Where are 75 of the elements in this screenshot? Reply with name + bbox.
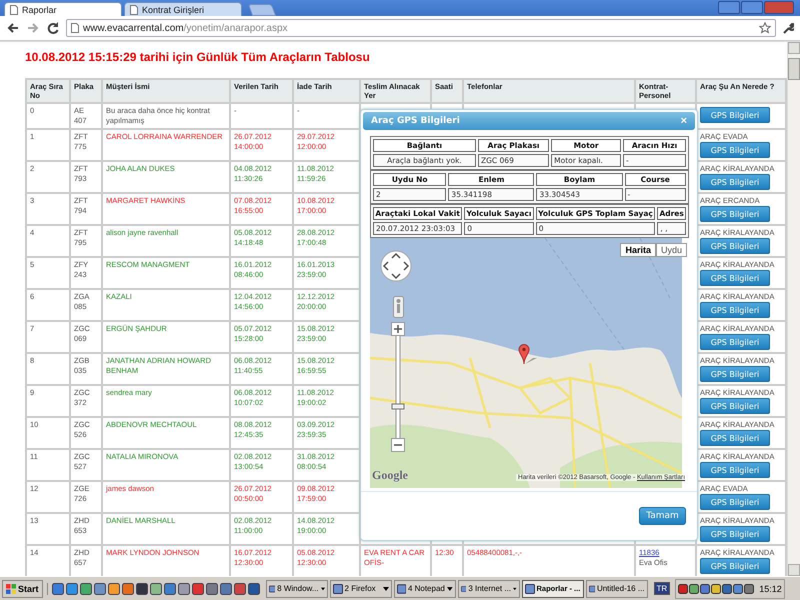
- browser-tab[interactable]: Raporlar: [4, 2, 122, 16]
- taskbar-button[interactable]: 3 Internet ...: [458, 580, 520, 598]
- app-icon[interactable]: [234, 582, 246, 594]
- gps-button[interactable]: GPS Bilgileri: [700, 558, 770, 574]
- gps-button[interactable]: GPS Bilgileri: [700, 366, 770, 382]
- gps-button[interactable]: GPS Bilgileri: [700, 238, 770, 254]
- dialog-title: Araç GPS Bilgileri: [371, 116, 461, 126]
- app-icon: [268, 584, 276, 594]
- gps-button[interactable]: GPS Bilgileri: [700, 462, 770, 478]
- gps-button[interactable]: GPS Bilgileri: [700, 174, 770, 190]
- tray-icon[interactable]: [700, 584, 710, 594]
- gps-button[interactable]: GPS Bilgileri: [700, 494, 770, 510]
- app-icon[interactable]: [136, 582, 148, 594]
- address-bar[interactable]: www.evacarrental.com/yonetim/anarapor.aspx: [66, 19, 776, 37]
- app-icon[interactable]: [94, 582, 106, 594]
- map-logo: Google: [372, 468, 408, 483]
- browser-tab[interactable]: Kontrat Girişleri: [124, 2, 242, 16]
- tray-icon[interactable]: [744, 584, 754, 594]
- app-icon[interactable]: [164, 582, 176, 594]
- gps-button[interactable]: GPS Bilgileri: [700, 334, 770, 350]
- windows-logo-icon: [6, 584, 16, 594]
- page-title: 10.08.2012 15:15:29 tarihi için Günlük Tüm Araçların Tablosu: [25, 50, 371, 64]
- taskbar-button[interactable]: Untitled-16 ...: [586, 580, 648, 598]
- scrollbar[interactable]: [787, 42, 800, 576]
- wrench-icon[interactable]: [782, 22, 794, 34]
- gps-button[interactable]: GPS Bilgileri: [700, 270, 770, 286]
- gps-button[interactable]: GPS Bilgileri: [700, 526, 770, 542]
- clock-text: 15:12: [759, 584, 782, 594]
- taskbar-button[interactable]: 8 Window...: [266, 580, 328, 598]
- app-icon[interactable]: [150, 582, 162, 594]
- app-icon[interactable]: [52, 582, 64, 594]
- app-icon: [524, 584, 535, 594]
- tray-icon[interactable]: [689, 584, 700, 594]
- language-indicator[interactable]: TR: [654, 582, 670, 595]
- reload-icon[interactable]: [46, 21, 60, 35]
- pan-control-icon[interactable]: [380, 250, 412, 282]
- gps-button[interactable]: GPS Bilgileri: [700, 206, 770, 222]
- star-icon[interactable]: [759, 22, 771, 34]
- taskbar-button[interactable]: 4 Notepad: [394, 580, 456, 598]
- back-icon[interactable]: [6, 21, 20, 35]
- tray-icon[interactable]: [711, 584, 722, 594]
- page-icon: [71, 23, 79, 33]
- taskbar-button[interactable]: 2 Firefox: [330, 580, 392, 598]
- tray-icon[interactable]: [722, 584, 732, 594]
- app-icon[interactable]: [220, 582, 232, 594]
- tray-icon[interactable]: [733, 584, 744, 594]
- url-text: www.evacarrental.com: [83, 22, 184, 34]
- start-button[interactable]: Start: [2, 580, 43, 598]
- gps-button[interactable]: GPS Bilgileri: [700, 142, 770, 158]
- app-icon[interactable]: [108, 582, 120, 594]
- gps-button[interactable]: GPS Bilgileri: [700, 430, 770, 446]
- url-path-text: /yonetim/anarapor.aspx: [184, 22, 288, 34]
- app-icon[interactable]: [248, 582, 260, 594]
- app-icon[interactable]: [178, 582, 190, 594]
- app-icon: [396, 584, 406, 594]
- gps-button[interactable]: GPS Bilgileri: [700, 107, 770, 123]
- map-type-button[interactable]: Uydu: [656, 243, 687, 257]
- gps-button[interactable]: GPS Bilgileri: [700, 302, 770, 318]
- map-marker-icon: [518, 343, 538, 365]
- app-icon: [460, 584, 466, 594]
- zoom-slider-thumb[interactable]: [392, 404, 404, 410]
- app-icon[interactable]: [66, 582, 78, 594]
- zoom-slider[interactable]: [391, 322, 405, 452]
- ok-button[interactable]: Tamam: [639, 507, 686, 525]
- app-icon: [588, 584, 595, 594]
- tray-icon[interactable]: [678, 584, 688, 594]
- map-type-button[interactable]: Harita: [620, 243, 656, 257]
- app-icon[interactable]: [192, 582, 204, 594]
- gps-button[interactable]: GPS Bilgileri: [700, 398, 770, 414]
- app-icon: [332, 584, 343, 594]
- app-icon[interactable]: [206, 582, 218, 594]
- close-button[interactable]: ×: [680, 115, 687, 127]
- app-icon[interactable]: [122, 582, 134, 594]
- new-tab-button[interactable]: [248, 4, 276, 16]
- app-icon[interactable]: [80, 582, 92, 594]
